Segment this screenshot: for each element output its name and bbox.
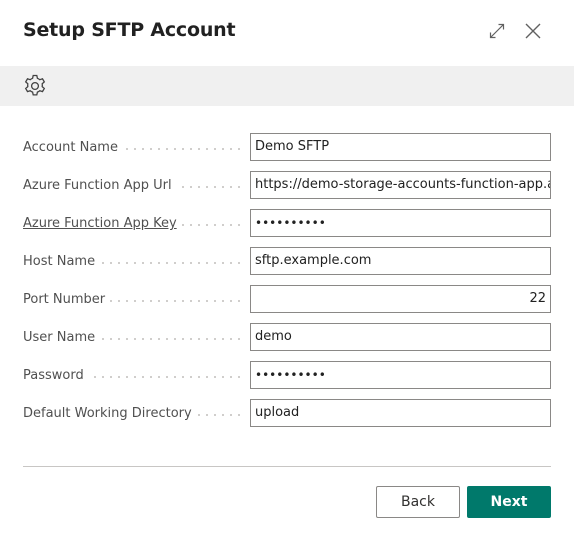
function-app-url-input[interactable]: https://demo-storage-accounts-function-a…: [250, 171, 551, 199]
expand-icon[interactable]: [484, 18, 510, 44]
next-button[interactable]: Next: [467, 486, 551, 518]
footer-divider: [23, 466, 551, 467]
dialog-title: Setup SFTP Account: [23, 19, 236, 41]
setup-sftp-dialog: Setup SFTP Account Account Name Demo SFT…: [0, 0, 574, 541]
function-app-key-input[interactable]: ••••••••••: [250, 209, 551, 237]
close-icon[interactable]: [520, 18, 546, 44]
port-number-label: Port Number: [23, 292, 110, 307]
user-name-input[interactable]: demo: [250, 323, 551, 351]
password-label: Password: [23, 368, 88, 383]
field-row-host-name: Host Name sftp.example.com: [23, 247, 551, 275]
field-row-password: Password ••••••••••: [23, 361, 551, 389]
function-app-key-label[interactable]: Azure Function App Key: [23, 216, 181, 231]
port-number-input[interactable]: 22: [250, 285, 551, 313]
account-name-input[interactable]: Demo SFTP: [250, 133, 551, 161]
function-app-url-label: Azure Function App Url: [23, 178, 176, 193]
working-directory-label: Default Working Directory: [23, 406, 196, 421]
account-name-label: Account Name: [23, 140, 122, 155]
field-row-working-directory: Default Working Directory upload: [23, 399, 551, 427]
field-row-user-name: User Name demo: [23, 323, 551, 351]
back-button[interactable]: Back: [376, 486, 460, 518]
password-input[interactable]: ••••••••••: [250, 361, 551, 389]
field-row-function-app-url: Azure Function App Url https://demo-stor…: [23, 171, 551, 199]
host-name-label: Host Name: [23, 254, 100, 269]
host-name-input[interactable]: sftp.example.com: [250, 247, 551, 275]
action-bar: [0, 66, 574, 106]
user-name-label: User Name: [23, 330, 100, 345]
gear-icon[interactable]: [22, 73, 48, 99]
field-row-port-number: Port Number 22: [23, 285, 551, 313]
field-row-account-name: Account Name Demo SFTP: [23, 133, 551, 161]
working-directory-input[interactable]: upload: [250, 399, 551, 427]
field-row-function-app-key: Azure Function App Key ••••••••••: [23, 209, 551, 237]
